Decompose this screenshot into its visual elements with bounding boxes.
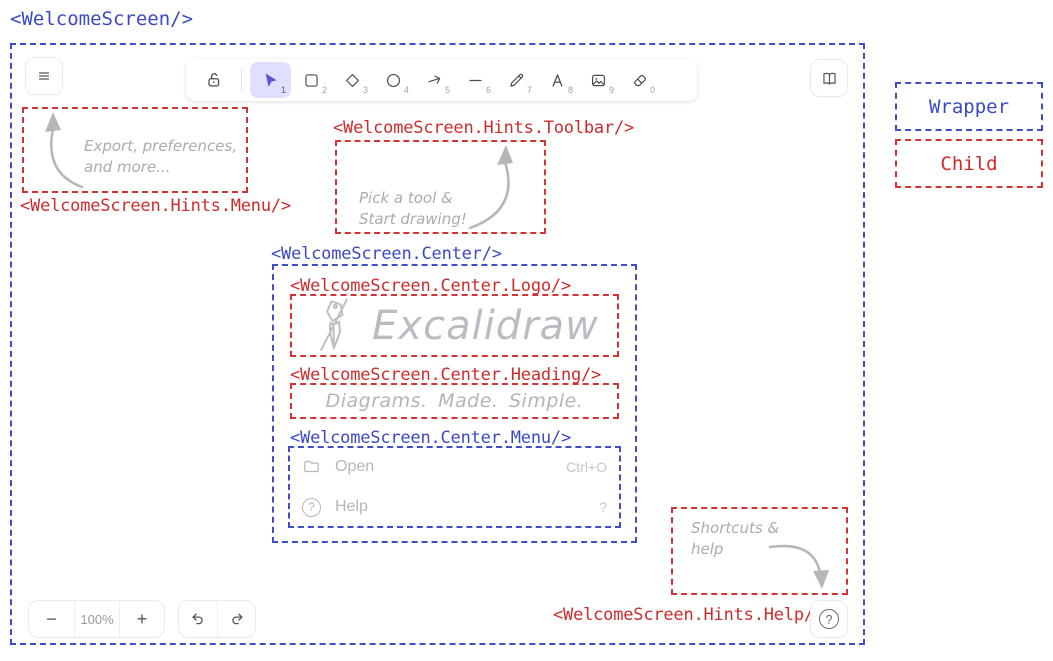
tool-shortcut-number: 0 [650, 85, 655, 95]
redo-button[interactable] [217, 601, 255, 637]
redo-icon [228, 610, 246, 628]
tool-shortcut-number: 1 [281, 85, 286, 95]
menu-item-help-label: Help [335, 498, 368, 516]
tool-rectangle[interactable]: 2 [291, 62, 332, 98]
zoom-out-button[interactable]: − [29, 601, 74, 637]
undo-redo-controls [178, 600, 256, 638]
tool-shortcut-number: 4 [404, 85, 409, 95]
question-mark-icon: ? [819, 609, 839, 629]
tool-eraser[interactable]: 0 [619, 62, 660, 98]
diamond-icon [343, 71, 362, 90]
tool-shortcut-number: 6 [486, 85, 491, 95]
unlocked-padlock-icon [204, 70, 224, 90]
help-hint-text-line1: Shortcuts & [691, 518, 779, 539]
root-component-label: <WelcomeScreen/> [10, 8, 193, 30]
menu-hint-text-line2: and more... [84, 157, 237, 178]
tool-shortcut-number: 8 [568, 85, 573, 95]
welcome-screen-wrapper-box: 1 2 3 4 [10, 43, 865, 645]
menu-item-open-label: Open [335, 458, 374, 476]
pencil-icon [507, 71, 526, 90]
menu-item-open[interactable]: Open Ctrl+O [302, 455, 607, 479]
menu-hint-text-line1: Export, preferences, [84, 136, 237, 157]
tool-shortcut-number: 3 [363, 85, 368, 95]
line-icon [466, 71, 485, 90]
tool-shortcut-number: 7 [527, 85, 532, 95]
image-icon [589, 71, 608, 90]
library-button[interactable] [810, 59, 848, 97]
hints-menu-label: <WelcomeScreen.Hints.Menu/> [20, 196, 291, 216]
center-logo-label: <WelcomeScreen.Center.Logo/> [290, 276, 571, 296]
zoom-controls: − 100% + [28, 600, 165, 638]
center-menu-label: <WelcomeScreen.Center.Menu/> [290, 428, 571, 448]
center-label: <WelcomeScreen.Center/> [271, 244, 502, 264]
center-logo-box: Excalidraw [290, 294, 619, 357]
hamburger-icon [35, 67, 53, 85]
legend-child-label: Child [940, 153, 997, 175]
help-hint-arrow [768, 537, 840, 595]
excalidraw-pencil-logo-icon [310, 297, 358, 355]
rectangle-icon [302, 71, 321, 90]
arrow-icon [425, 71, 444, 90]
toolbar-divider [241, 68, 242, 92]
hints-help-box: Shortcuts & help [671, 507, 848, 595]
selection-cursor-icon [261, 71, 280, 90]
tool-shortcut-number: 9 [609, 85, 614, 95]
menu-item-open-shortcut: Ctrl+O [566, 459, 607, 475]
hints-menu-box: Export, preferences, and more... [22, 107, 248, 193]
tool-selection[interactable]: 1 [250, 62, 291, 98]
center-heading-box: Diagrams. Made. Simple. [290, 383, 619, 419]
toolbar-hint-arrow [462, 144, 532, 232]
zoom-level-reset[interactable]: 100% [74, 601, 119, 637]
legend-wrapper-label: Wrapper [929, 96, 1009, 118]
toolbar: 1 2 3 4 [186, 59, 697, 101]
center-heading-text: Diagrams. Made. Simple. [292, 385, 617, 417]
undo-icon [189, 610, 207, 628]
legend-wrapper-box: Wrapper [895, 82, 1043, 131]
tool-arrow[interactable]: 5 [414, 62, 455, 98]
lock-tool-button[interactable] [195, 62, 233, 98]
folder-icon [302, 457, 321, 476]
tool-draw[interactable]: 7 [496, 62, 537, 98]
center-heading-label: <WelcomeScreen.Center.Heading/> [290, 365, 601, 385]
help-circle-icon: ? [302, 498, 321, 517]
tool-shortcut-number: 2 [322, 85, 327, 95]
hints-help-label: <WelcomeScreen.Hints.Help/> [553, 605, 824, 625]
excalidraw-logo-text: Excalidraw [372, 303, 599, 349]
toolbar-hint-text-line2: Start drawing! [359, 209, 467, 230]
legend-child-box: Child [895, 139, 1043, 188]
menu-item-help-shortcut: ? [599, 499, 607, 515]
toolbar-hint-text-line1: Pick a tool & [359, 188, 467, 209]
tool-image[interactable]: 9 [578, 62, 619, 98]
text-icon [548, 71, 567, 90]
hints-toolbar-box: Pick a tool & Start drawing! [335, 140, 546, 234]
eraser-icon [630, 71, 649, 90]
help-button[interactable]: ? [810, 600, 848, 638]
open-book-icon [820, 69, 839, 88]
zoom-in-button[interactable]: + [119, 601, 164, 637]
tool-shortcut-number: 5 [445, 85, 450, 95]
undo-button[interactable] [179, 601, 217, 637]
hints-toolbar-label: <WelcomeScreen.Hints.Toolbar/> [333, 118, 634, 138]
welcome-screen-anatomy: <WelcomeScreen/> [0, 0, 1053, 661]
ellipse-icon [384, 71, 403, 90]
help-hint-text-line2: help [691, 539, 779, 560]
center-menu-box: Open Ctrl+O ? Help ? [288, 446, 621, 528]
center-box: <WelcomeScreen.Center.Logo/> Excalid [272, 264, 637, 543]
tool-ellipse[interactable]: 4 [373, 62, 414, 98]
tool-text[interactable]: 8 [537, 62, 578, 98]
main-menu-button[interactable] [25, 57, 63, 95]
tool-line[interactable]: 6 [455, 62, 496, 98]
tool-diamond[interactable]: 3 [332, 62, 373, 98]
menu-item-help[interactable]: ? Help ? [302, 496, 607, 520]
